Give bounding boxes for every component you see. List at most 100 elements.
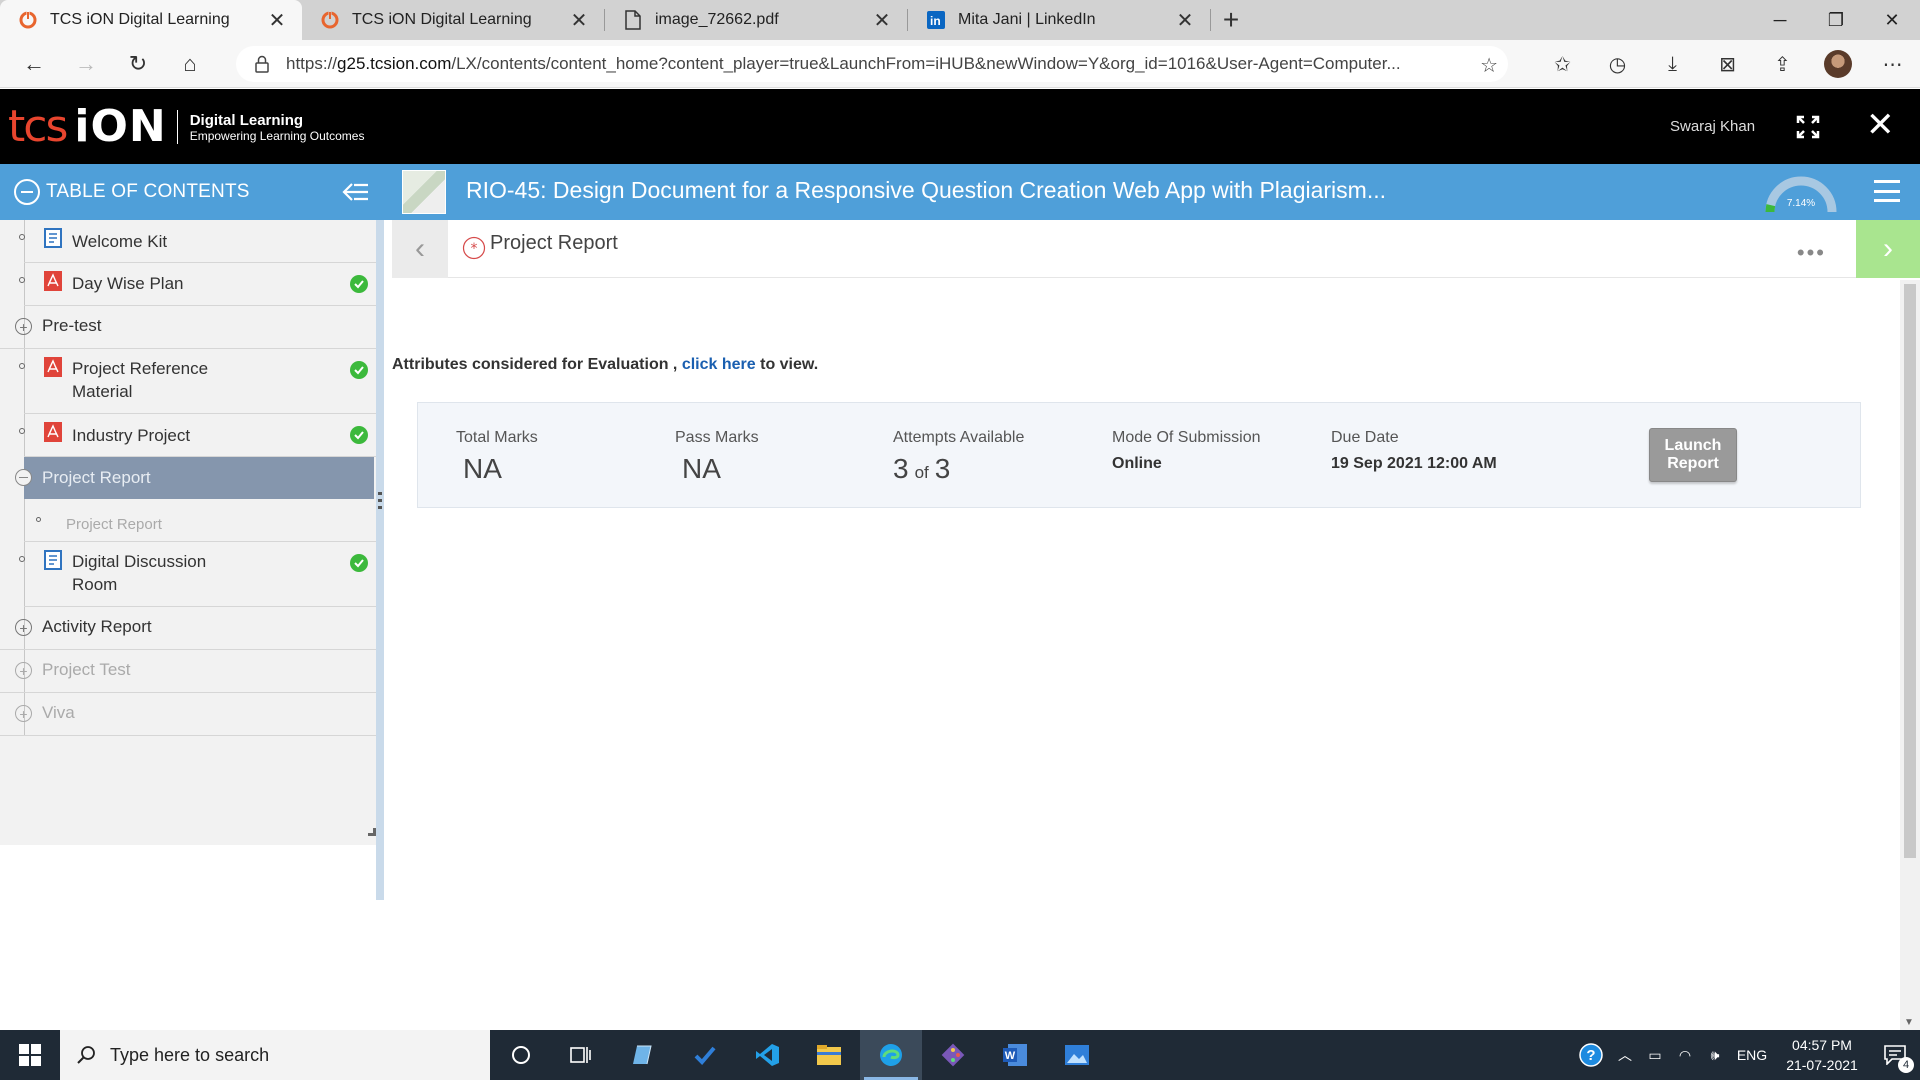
back-icon[interactable]: ← — [8, 40, 60, 88]
expand-plus-icon[interactable]: + — [15, 662, 32, 679]
tree-bullet — [19, 363, 25, 369]
browser-tab-4[interactable]: in Mita Jani | LinkedIn ✕ — [908, 0, 1210, 40]
launch-report-button[interactable]: Launch Report — [1649, 428, 1737, 482]
wifi-icon[interactable]: ◠ — [1670, 1047, 1700, 1064]
next-content-button[interactable]: › — [1856, 220, 1920, 278]
browser-tab-3[interactable]: image_72662.pdf ✕ — [605, 0, 907, 40]
taskbar-search-box[interactable]: Type here to search — [60, 1030, 490, 1080]
downloads-icon[interactable]: ⤓ — [1645, 40, 1700, 88]
hamburger-menu-icon[interactable] — [1874, 180, 1900, 202]
word-app-icon[interactable]: W — [984, 1030, 1046, 1080]
toc-collapse-all-icon[interactable] — [14, 179, 40, 205]
toc-section-project-report[interactable]: Project Report — [24, 457, 374, 499]
content-scrollbar[interactable]: ▼ — [1900, 280, 1920, 1030]
file-explorer-icon[interactable] — [798, 1030, 860, 1080]
expand-plus-icon[interactable]: + — [15, 619, 32, 636]
photos-app-icon[interactable] — [1046, 1030, 1108, 1080]
mode-label: Mode Of Submission — [1112, 429, 1261, 446]
browser-tools: ✩ ◷ ⤓ ⊠ ⇪ ⋯ — [1535, 40, 1920, 88]
battery-icon[interactable]: ▭ — [1640, 1047, 1670, 1064]
total-marks-column: Total Marks NA — [456, 429, 538, 485]
windows-start-icon[interactable] — [0, 1030, 60, 1080]
clock-date: 21-07-2021 — [1786, 1057, 1858, 1073]
toc-item-welcome-kit[interactable]: Welcome Kit — [19, 220, 376, 263]
project-report-icon: * — [462, 236, 486, 260]
user-name[interactable]: Swaraj Khan — [1670, 118, 1755, 135]
close-tab-icon[interactable]: ✕ — [266, 9, 288, 32]
toc-resize-handle[interactable] — [368, 828, 376, 836]
toc-title: TABLE OF CONTENTS — [46, 181, 250, 202]
git-app-icon[interactable] — [922, 1030, 984, 1080]
fullscreen-icon[interactable] — [1796, 115, 1820, 139]
chevron-up-icon[interactable]: ︿ — [1610, 1045, 1640, 1065]
click-here-link[interactable]: click here — [682, 356, 756, 373]
more-options-icon[interactable]: ⋯ — [1865, 40, 1920, 88]
add-favorite-icon[interactable]: ☆ — [1480, 53, 1498, 78]
help-icon[interactable]: ? — [1572, 1042, 1610, 1068]
course-thumbnail — [402, 170, 446, 214]
expand-plus-icon[interactable]: + — [15, 705, 32, 722]
url-host: g25.tcsion.com — [337, 54, 452, 73]
close-tab-icon[interactable]: ✕ — [871, 9, 893, 32]
window-close-button[interactable]: ✕ — [1864, 0, 1920, 40]
toc-item-label: Digital Discussion Room — [72, 552, 207, 594]
edge-browser-icon[interactable] — [860, 1030, 922, 1080]
progress-percent: 7.14% — [1787, 198, 1815, 209]
toc-splitter[interactable] — [376, 220, 384, 900]
pdf-icon — [44, 357, 62, 377]
address-bar[interactable]: https://g25.tcsion.com/LX/contents/conte… — [236, 46, 1508, 82]
volume-icon[interactable]: 🕪 — [1700, 1047, 1730, 1064]
tree-bullet — [19, 428, 25, 434]
refresh-icon[interactable]: ↻ — [112, 40, 164, 88]
minimize-button[interactable]: ─ — [1752, 0, 1808, 40]
favorites-icon[interactable]: ✩ — [1535, 40, 1590, 88]
forward-icon[interactable]: → — [60, 40, 112, 88]
toc-section-pre-test[interactable]: + Pre-test — [0, 306, 376, 349]
profile-avatar[interactable] — [1810, 40, 1865, 88]
attempts-total: 3 — [934, 453, 951, 484]
toc-section-label: Project Report — [42, 468, 151, 487]
browser-tab-2[interactable]: TCS iON Digital Learning ✕ — [302, 0, 604, 40]
window-controls: ─ ❐ ✕ — [1752, 0, 1920, 40]
vscode-app-icon[interactable] — [736, 1030, 798, 1080]
toc-item-label: Day Wise Plan — [72, 274, 184, 293]
history-icon[interactable]: ◷ — [1590, 40, 1645, 88]
close-tab-icon[interactable]: ✕ — [1174, 9, 1196, 32]
browser-tab-1[interactable]: TCS iON Digital Learning ✕ — [0, 0, 302, 40]
toc-section-project-test[interactable]: + Project Test — [0, 650, 376, 693]
toc-item-industry-project[interactable]: Industry Project — [19, 414, 376, 457]
content-subheader: * Project Report ••• — [448, 220, 1856, 278]
cortana-icon[interactable] — [490, 1030, 552, 1080]
share-icon[interactable]: ⇪ — [1755, 40, 1810, 88]
tcs-ion-favicon-icon — [320, 10, 340, 30]
restore-button[interactable]: ❐ — [1808, 0, 1864, 40]
due-date-value: 19 Sep 2021 12:00 AM — [1331, 455, 1497, 472]
close-tab-icon[interactable]: ✕ — [568, 9, 590, 32]
notifications-icon[interactable]: 4 — [1870, 1045, 1920, 1073]
scroll-down-icon[interactable]: ▼ — [1904, 1017, 1914, 1028]
new-tab-button[interactable]: + — [1211, 0, 1251, 40]
taskbar-clock[interactable]: 04:57 PM 21-07-2021 — [1774, 1035, 1870, 1075]
toc-item-project-reference-material[interactable]: Project Reference Material — [19, 349, 376, 414]
task-view-icon[interactable] — [550, 1030, 612, 1080]
toc-section-activity-report[interactable]: + Activity Report — [0, 607, 376, 650]
close-player-icon[interactable]: ✕ — [1866, 107, 1895, 143]
expand-plus-icon[interactable]: + — [15, 318, 32, 335]
toc-section-viva[interactable]: + Viva — [0, 693, 376, 736]
language-indicator[interactable]: ENG — [1730, 1047, 1774, 1063]
pass-marks-label: Pass Marks — [675, 429, 759, 446]
total-marks-value: NA — [463, 453, 502, 484]
previous-content-button[interactable]: ‹ — [392, 220, 448, 278]
home-icon[interactable]: ⌂ — [164, 40, 216, 88]
toc-header: TABLE OF CONTENTS — [0, 164, 384, 220]
notepad-app-icon[interactable] — [612, 1030, 674, 1080]
toc-subitem-project-report[interactable]: Project Report — [24, 499, 376, 542]
todo-app-icon[interactable] — [674, 1030, 736, 1080]
math-solver-icon[interactable]: ⊠ — [1700, 40, 1755, 88]
collapse-minus-icon[interactable] — [15, 469, 32, 486]
toc-item-digital-discussion-room[interactable]: Digital Discussion Room — [19, 542, 376, 607]
toc-hide-icon[interactable] — [342, 180, 370, 204]
toc-item-day-wise-plan[interactable]: Day Wise Plan — [19, 263, 376, 306]
scrollbar-thumb[interactable] — [1904, 284, 1916, 858]
more-actions-icon[interactable]: ••• — [1797, 240, 1826, 266]
